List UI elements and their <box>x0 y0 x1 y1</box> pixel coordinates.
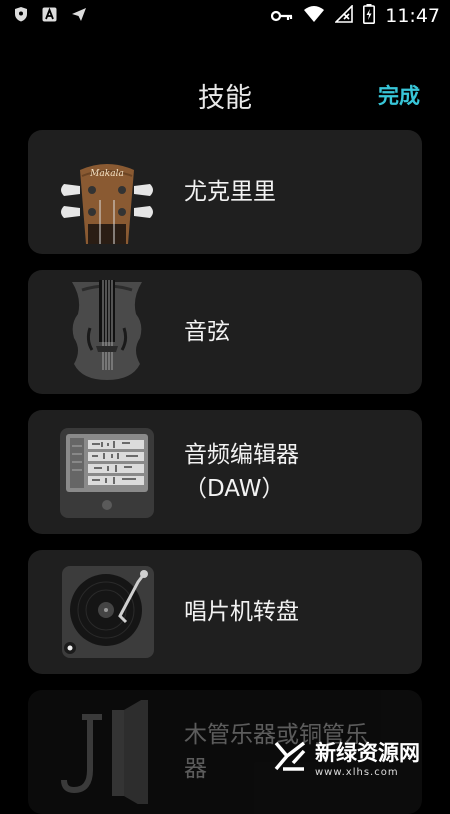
skill-label: 唱片机转盘 <box>184 599 299 625</box>
wifi-icon <box>303 5 325 27</box>
skill-label-line2: （DAW） <box>184 476 285 502</box>
wind-instrument-icon <box>52 696 162 810</box>
watermark-sub: www.xlhs.com <box>315 767 399 778</box>
violin-icon <box>52 280 162 384</box>
skill-card-turntable[interactable]: 唱片机转盘 <box>28 550 422 674</box>
turntable-icon <box>52 560 162 664</box>
watermark: 新绿资源网 www.xlhs.com <box>273 737 420 778</box>
svg-text:Makala: Makala <box>89 169 124 179</box>
shield-icon <box>14 6 28 26</box>
skill-label: 尤克里里 <box>184 179 276 205</box>
watermark-text: 新绿资源网 <box>315 741 420 765</box>
signal-icon <box>334 4 354 27</box>
a-badge-icon <box>42 7 57 26</box>
skill-label: 音弦 <box>184 319 230 345</box>
key-icon <box>271 7 293 26</box>
skill-card-ukulele[interactable]: Makala 尤克里里 <box>28 130 422 254</box>
status-bar: 11:47 <box>0 0 450 30</box>
skill-label-line1: 音频编辑器 <box>184 442 299 468</box>
skill-card-daw[interactable]: 音频编辑器 （DAW） <box>28 410 422 534</box>
watermark-logo-icon <box>273 739 307 777</box>
skill-label-line2: 器 <box>184 756 207 782</box>
done-button[interactable]: 完成 <box>378 80 420 110</box>
battery-charging-icon <box>363 4 376 28</box>
status-time: 11:47 <box>385 5 440 27</box>
ukulele-icon: Makala <box>52 140 162 244</box>
skill-label: 音频编辑器 （DAW） <box>184 410 299 534</box>
send-icon <box>71 7 87 26</box>
daw-icon <box>52 420 162 524</box>
skill-card-strings[interactable]: 音弦 <box>28 270 422 394</box>
